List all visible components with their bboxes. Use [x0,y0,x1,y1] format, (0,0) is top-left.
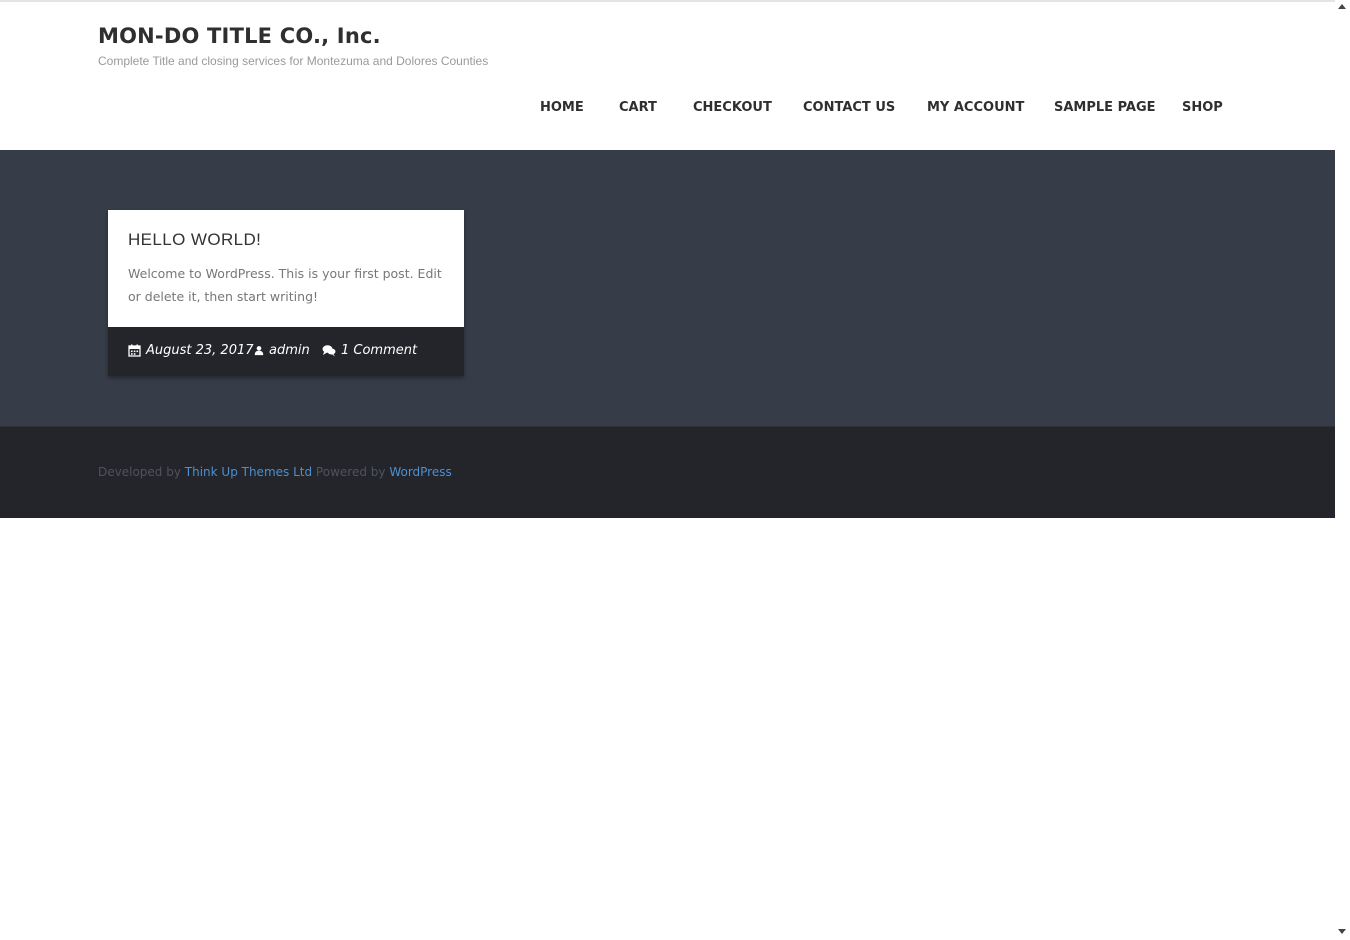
top-border [0,0,1335,2]
post-date-text: August 23, 2017 [146,343,254,358]
site-footer: Developed by Think Up Themes Ltd Powered… [0,426,1335,518]
nav-item-shop[interactable]: SHOP [1182,100,1223,115]
blog-section: HELLO WORLD! Welcome to WordPress. This … [0,150,1335,426]
post-body: HELLO WORLD! Welcome to WordPress. This … [108,210,464,327]
scroll-up-arrow-icon[interactable] [1338,4,1346,9]
post-excerpt: Welcome to WordPress. This is your first… [128,266,442,304]
calendar-icon [128,344,141,357]
post-author-text: admin [269,343,310,358]
powered-by-text: Powered by [315,465,386,479]
nav-item-contact-us[interactable]: CONTACT US [803,100,895,115]
post-card: HELLO WORLD! Welcome to WordPress. This … [108,210,464,376]
nav-item-my-account[interactable]: MY ACCOUNT [927,100,1024,115]
site-tagline: Complete Title and closing services for … [98,54,489,68]
footer-credits: Developed by Think Up Themes Ltd Powered… [98,465,452,479]
nav-item-home[interactable]: HOME [540,100,584,115]
nav-item-cart[interactable]: CART [619,100,657,115]
post-author[interactable]: admin [254,343,310,358]
post-comments-text: 1 Comment [341,343,418,358]
main-navigation: HOME CART CHECKOUT CONTACT US MY ACCOUNT… [0,100,1335,120]
post-date[interactable]: August 23, 2017 [128,343,254,358]
site-title[interactable]: MON-DO TITLE CO., Inc. [98,24,381,48]
nav-item-sample-page[interactable]: SAMPLE PAGE [1054,100,1156,115]
developer-link[interactable]: Think Up Themes Ltd [185,465,312,479]
user-icon [254,346,264,356]
post-comments[interactable]: 1 Comment [322,343,417,358]
developed-by-text: Developed by [98,465,181,479]
post-meta: August 23, 2017 admin 1 Comment [108,327,464,376]
comments-icon [322,345,336,357]
vertical-scrollbar[interactable] [1335,0,1350,940]
post-title[interactable]: HELLO WORLD! [128,230,261,250]
page: MON-DO TITLE CO., Inc. Complete Title an… [0,0,1335,940]
scroll-down-arrow-icon[interactable] [1338,929,1346,934]
nav-item-checkout[interactable]: CHECKOUT [693,100,772,115]
platform-link[interactable]: WordPress [389,465,451,479]
